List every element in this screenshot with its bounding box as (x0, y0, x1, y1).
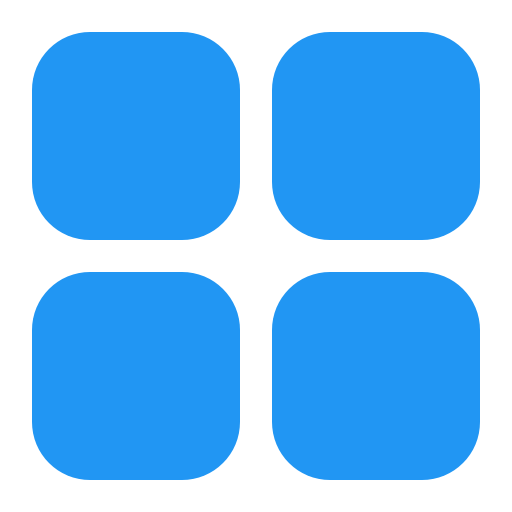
grid-tile-bottom-right (272, 272, 480, 480)
grid-tile-top-right (272, 32, 480, 240)
grid-tile-bottom-left (32, 272, 240, 480)
grid-tile-top-left (32, 32, 240, 240)
apps-grid-icon (0, 0, 512, 512)
